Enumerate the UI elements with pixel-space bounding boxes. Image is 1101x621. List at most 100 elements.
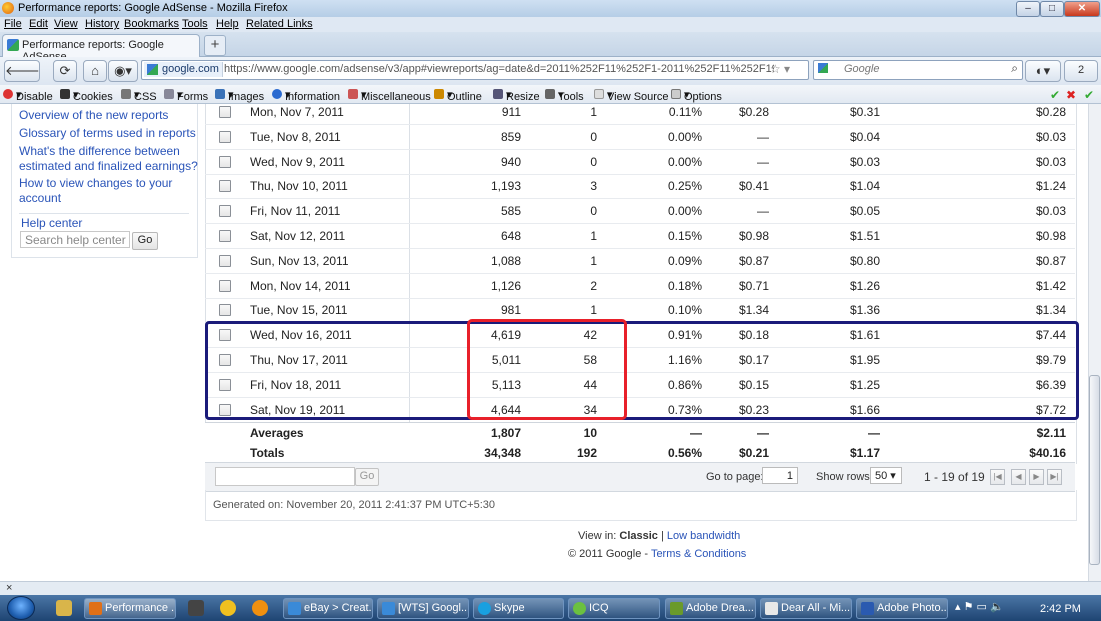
row-value: 1 [590,303,597,318]
window-titlebar: Performance reports: Google AdSense - Mo… [0,0,1101,18]
help-search-input[interactable]: Search help center [20,231,130,248]
help-search-go-button[interactable]: Go [132,232,158,250]
minimize-button[interactable]: – [1016,1,1040,17]
row-value: $1.51 [849,229,880,243]
row-value: 0 [590,204,597,219]
taskbar-clock[interactable]: 2:42 PM [1040,603,1081,615]
validation-ok-icon-2[interactable]: ✔ [1084,88,1094,102]
classic-view-current: Classic [619,530,658,542]
task-mail[interactable]: Dear All - Mi... [760,598,852,619]
search-engine-icon[interactable] [818,63,828,73]
addon-counter[interactable]: 2 [1064,60,1098,82]
menu-bookmarks[interactable]: Bookmarks [124,18,179,30]
sidebar-link-account-changes[interactable]: How to view changes to your account [19,176,189,206]
row-value: $0.41 [738,179,769,194]
row-value: 859 [500,129,521,144]
sidebar-link-overview[interactable]: Overview of the new reports [19,108,168,123]
row-checkbox[interactable] [219,155,231,168]
menu-file[interactable]: File [4,18,22,30]
bookmark-star-icon[interactable]: ☆ ▾ [770,62,790,76]
search-placeholder: Google [844,63,880,75]
row-checkbox[interactable] [219,279,231,292]
chat-icon[interactable] [252,600,268,616]
devbar-disable[interactable]: Disable ▾ [3,88,53,103]
row-checkbox[interactable] [219,254,231,267]
reload-button[interactable]: ⟳ [53,60,77,82]
home-button[interactable]: ⌂ [83,60,107,82]
row-checkbox[interactable] [219,180,231,193]
row-checkbox[interactable] [219,230,231,242]
filter-input[interactable] [215,467,355,486]
system-tray[interactable]: ▴ ⚑ ▭ 🔈 [955,600,1004,613]
next-page-icon[interactable]: ▶ [1029,469,1044,485]
filter-go-button[interactable]: Go [355,468,379,486]
task-icq[interactable]: ICQ [568,598,660,619]
prev-page-icon[interactable]: ◀ [1011,469,1026,485]
row-checkbox[interactable] [219,106,231,118]
row-date: Mon, Nov 7, 2011 [250,105,344,119]
table-row: Fri, Nov 11, 2011 585 0 0.00% — $0.05 $0.03 [205,199,1075,225]
highlight-box-red [467,319,627,420]
row-checkbox[interactable] [219,304,231,317]
menu-view[interactable]: View [54,18,78,30]
row-value: 648 [500,229,521,243]
low-bandwidth-link[interactable]: Low bandwidth [667,530,740,542]
back-forward-button[interactable]: 🡐 ➜ [4,60,40,97]
menu-tools[interactable]: Tools [182,18,208,30]
row-value: $0.04 [849,129,880,144]
menu-help[interactable]: Help [216,18,239,30]
app-icon[interactable] [188,600,204,616]
sidebar-link-estimated-vs-finalized[interactable]: What's the difference between estimated … [19,144,199,174]
row-value: $0.03 [849,154,880,169]
task-ebay[interactable]: eBay > Creat... [283,598,373,619]
explorer-icon[interactable] [56,600,72,616]
terms-link[interactable]: Terms & Conditions [651,548,746,560]
row-value: $0.05 [849,204,880,219]
goto-page-label: Go to page: [706,471,764,483]
addon-button[interactable]: ◐▾ [1025,60,1061,82]
row-value: 0.11% [668,105,702,119]
task-firefox[interactable]: Performance ... [84,598,176,619]
row-checkbox[interactable] [219,130,231,143]
menu-related-links[interactable]: Related Links [246,18,313,30]
devbar-css[interactable]: CSS ▾ [121,88,157,103]
row-checkbox[interactable] [219,205,231,218]
last-page-icon[interactable]: ▶| [1047,469,1062,485]
task-photoshop[interactable]: Adobe Photo... [856,598,948,619]
scrollbar-thumb[interactable] [1089,375,1100,565]
goto-page-input[interactable]: 1 [762,467,798,484]
close-window-button[interactable]: ✕ [1064,1,1100,17]
row-value: — [757,204,769,219]
start-button[interactable] [7,596,35,620]
table-row: Thu, Nov 10, 2011 1,193 3 0.25% $0.41 $1.04 $1… [205,174,1075,200]
search-box[interactable]: Google ⌕ [813,60,1023,80]
site-identity[interactable]: google.com [144,62,223,77]
menu-edit[interactable]: Edit [29,18,48,30]
row-value: 585 [500,204,521,219]
tab-adsense[interactable]: Performance reports: Google AdSense [2,34,200,63]
show-rows-select[interactable]: 50 ▾ [870,467,902,484]
task-dreamweaver[interactable]: Adobe Drea... [665,598,756,619]
task-wts-google[interactable]: [WTS] Googl... [377,598,469,619]
totals-value: $0.21 [738,446,769,460]
close-addon-bar-icon[interactable]: × [6,582,12,594]
task-skype[interactable]: Skype [473,598,564,619]
devbar-forms[interactable]: Forms ▾ [164,88,208,103]
help-center-heading[interactable]: Help center [21,216,82,230]
generated-timestamp: Generated on: November 20, 2011 2:41:37 … [213,499,495,511]
averages-label: Averages [250,426,304,440]
search-magnifier-icon[interactable]: ⌕ [1011,61,1018,76]
row-date: Sat, Nov 12, 2011 [250,229,346,243]
messenger-icon[interactable] [220,600,236,616]
menu-history[interactable]: History [85,18,119,30]
row-date: Sun, Nov 13, 2011 [250,253,349,268]
new-tab-button[interactable]: + [204,35,226,56]
globe-dropdown-button[interactable]: ◉▾ [108,60,138,82]
first-page-icon[interactable]: |◀ [990,469,1005,485]
row-value: 0.09% [667,253,702,268]
row-value: 940 [500,154,521,169]
sidebar-link-glossary[interactable]: Glossary of terms used in reports [19,126,196,141]
maximize-button[interactable]: □ [1040,1,1064,17]
devbar-cookies[interactable]: Cookies ▾ [60,88,113,103]
url-bar[interactable]: google.com https://www.google.com/adsens… [141,60,809,80]
